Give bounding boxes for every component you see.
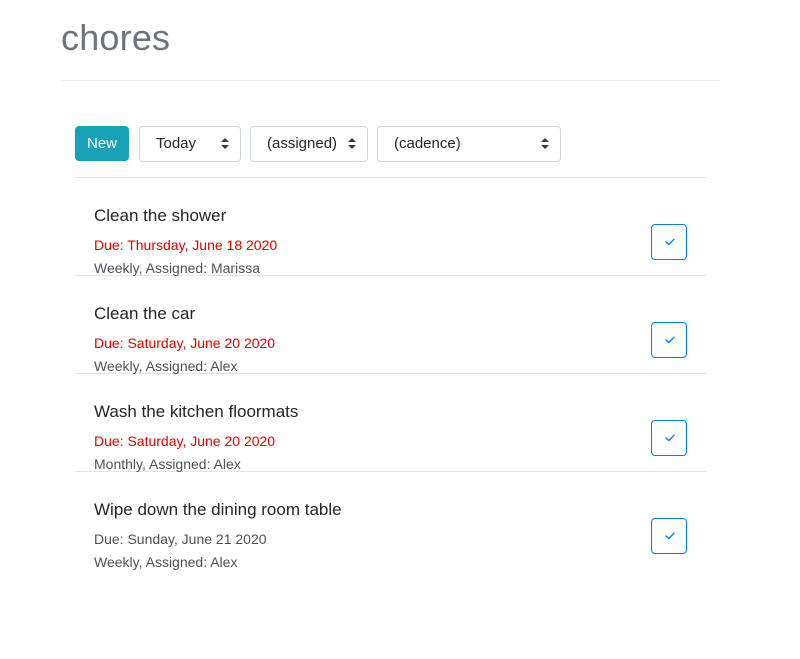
chore-due-date: Due: Thursday, June 18 2020 [94, 237, 278, 253]
chore-title: Wipe down the dining room table [94, 500, 342, 519]
chore-cadence-assignee: Weekly, Assigned: Marissa [94, 260, 260, 276]
assigned-filter-select[interactable]: (assigned) [250, 126, 368, 162]
check-icon [665, 238, 675, 246]
chore-cadence-assignee: Weekly, Assigned: Alex [94, 358, 238, 374]
complete-chore-button[interactable] [651, 420, 687, 456]
chore-cadence-assignee: Weekly, Assigned: Alex [94, 554, 238, 570]
check-icon [665, 336, 675, 344]
title-divider [61, 80, 720, 81]
select-caret-icon [541, 138, 549, 150]
cadence-filter-value: (cadence) [394, 135, 461, 152]
assigned-filter-value: (assigned) [267, 135, 338, 152]
check-icon [665, 434, 675, 442]
cadence-filter-select[interactable]: (cadence) [377, 126, 561, 162]
select-caret-icon [221, 138, 229, 150]
day-filter-value: Today [156, 135, 197, 152]
chore-item: Wipe down the dining room table Due: Sun… [75, 472, 707, 570]
day-filter-select[interactable]: Today [139, 126, 241, 162]
chore-list: Clean the shower Due: Thursday, June 18 … [75, 177, 707, 570]
chore-due-date: Due: Sunday, June 21 2020 [94, 531, 267, 547]
chore-title: Clean the shower [94, 206, 227, 225]
chore-title: Wash the kitchen floormats [94, 402, 299, 421]
complete-chore-button[interactable] [651, 224, 687, 260]
chore-due-date: Due: Saturday, June 20 2020 [94, 335, 276, 351]
chore-item: Clean the shower Due: Thursday, June 18 … [75, 178, 707, 276]
complete-chore-button[interactable] [651, 322, 687, 358]
chore-due-date: Due: Saturday, June 20 2020 [94, 433, 276, 449]
chore-title: Clean the car [94, 304, 196, 323]
check-icon [665, 532, 675, 540]
chore-item: Clean the car Due: Saturday, June 20 202… [75, 276, 707, 374]
page-title: chores [61, 17, 171, 58]
select-caret-icon [348, 138, 356, 150]
chore-item: Wash the kitchen floormats Due: Saturday… [75, 374, 707, 472]
complete-chore-button[interactable] [651, 518, 687, 554]
chore-cadence-assignee: Monthly, Assigned: Alex [94, 456, 241, 472]
new-chore-button[interactable]: New [75, 126, 129, 161]
